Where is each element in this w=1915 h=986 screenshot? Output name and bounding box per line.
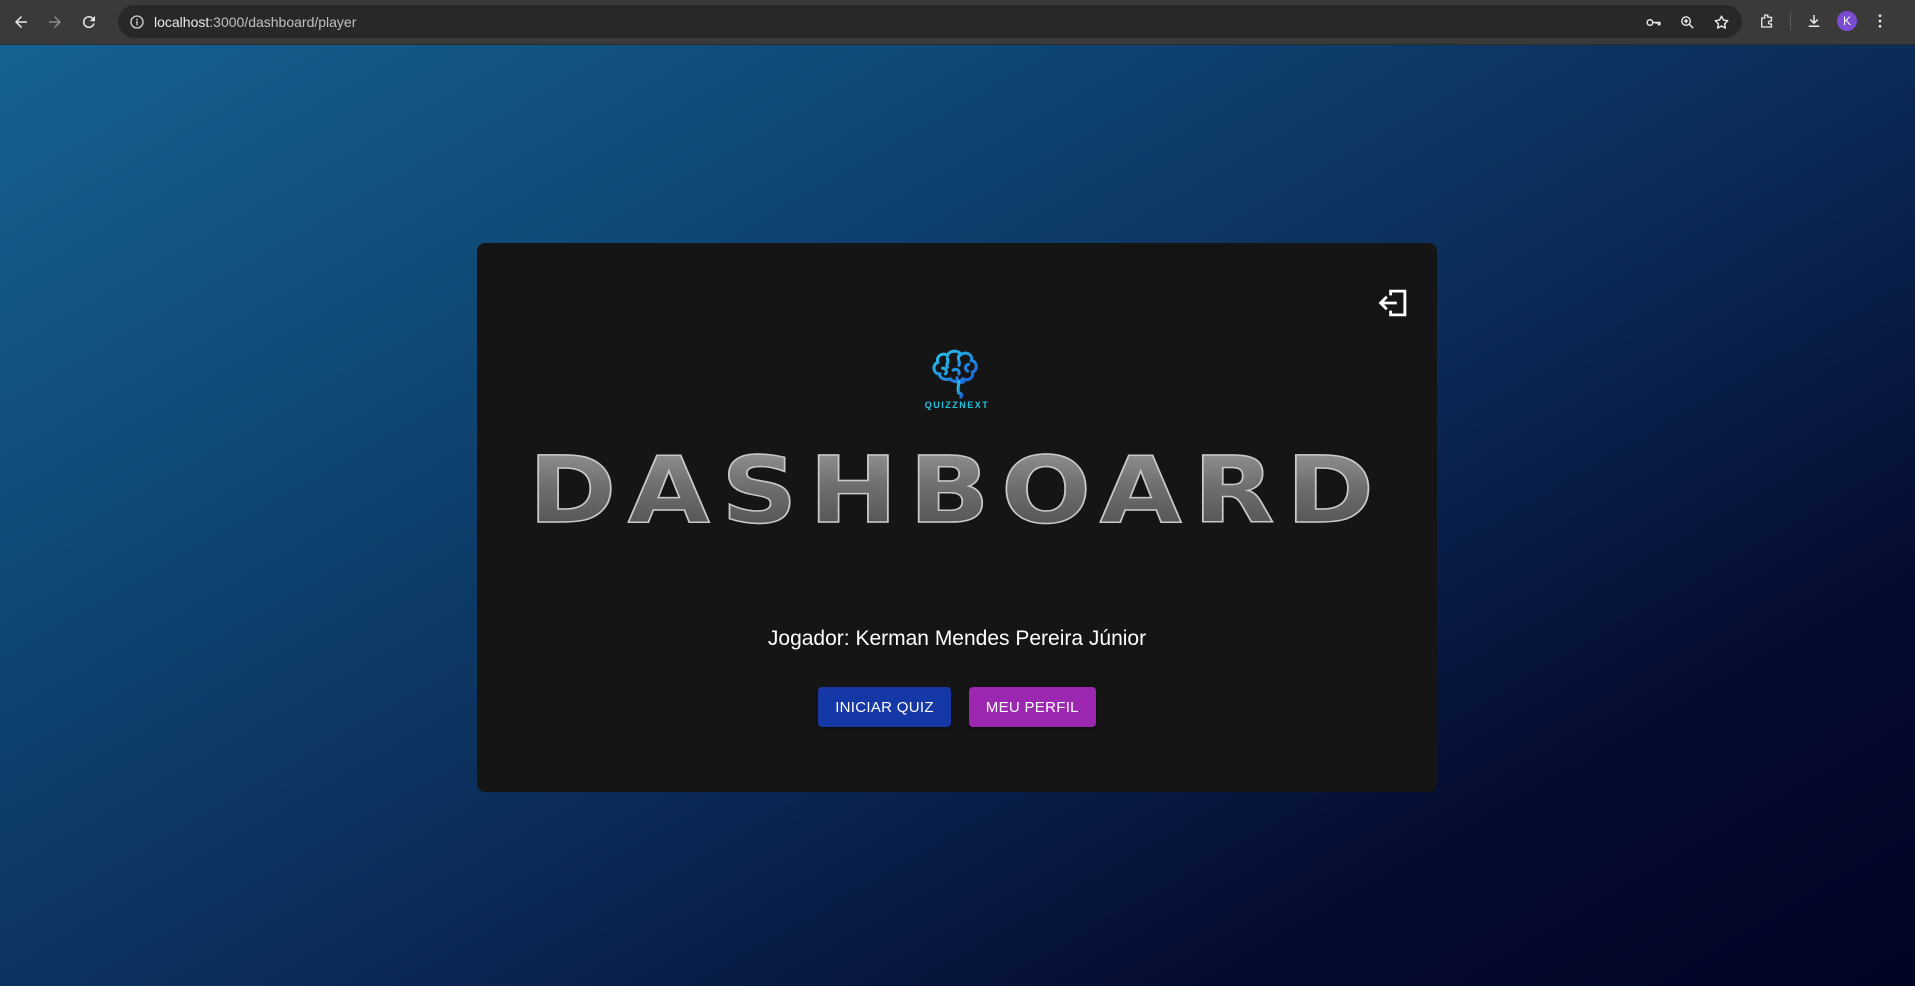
my-profile-button[interactable]: MEU PERFIL	[968, 687, 1096, 727]
arrow-right-icon	[49, 16, 61, 28]
extensions-icon[interactable]	[1754, 8, 1780, 34]
browser-toolbar: localhost:3000/dashboard/player K	[0, 0, 1915, 45]
quizznext-logo: QUIZZNEXT	[477, 347, 1437, 410]
page-title: DASHBOARD	[405, 440, 1509, 542]
menu-kebab-icon[interactable]	[1867, 8, 1893, 34]
reload-button[interactable]	[75, 8, 103, 36]
reload-icon	[82, 16, 95, 29]
toolbar-separator	[1790, 12, 1791, 30]
forward-button[interactable]	[41, 8, 69, 36]
site-info-icon[interactable]	[126, 11, 148, 33]
bookmark-star-icon[interactable]	[1708, 9, 1734, 35]
logout-button[interactable]	[1373, 283, 1413, 323]
key-icon[interactable]	[1640, 9, 1666, 35]
player-name-label: Jogador: Kerman Mendes Pereira Júnior	[767, 627, 1147, 650]
arrow-left-icon	[15, 16, 27, 28]
logo-text: QUIZZNEXT	[924, 400, 990, 410]
profile-avatar[interactable]: K	[1837, 11, 1857, 31]
action-buttons: INICIAR QUIZ MEU PERFIL	[477, 687, 1437, 727]
dashboard-card: QUIZZNEXT DASHBOARD Jogador: Kerman Mend…	[477, 243, 1437, 792]
url-path: :3000/dashboard/player	[209, 13, 357, 30]
address-bar[interactable]: localhost:3000/dashboard/player	[118, 5, 1742, 38]
brain-logo-icon	[932, 349, 978, 399]
url-text: localhost:3000/dashboard/player	[154, 14, 356, 30]
download-icon[interactable]	[1801, 8, 1827, 34]
back-button[interactable]	[7, 8, 35, 36]
page-background: QUIZZNEXT DASHBOARD Jogador: Kerman Mend…	[0, 45, 1915, 986]
start-quiz-button[interactable]: INICIAR QUIZ	[818, 687, 951, 727]
zoom-icon[interactable]	[1674, 9, 1700, 35]
url-host: localhost	[154, 13, 210, 30]
logout-icon	[1378, 289, 1407, 317]
